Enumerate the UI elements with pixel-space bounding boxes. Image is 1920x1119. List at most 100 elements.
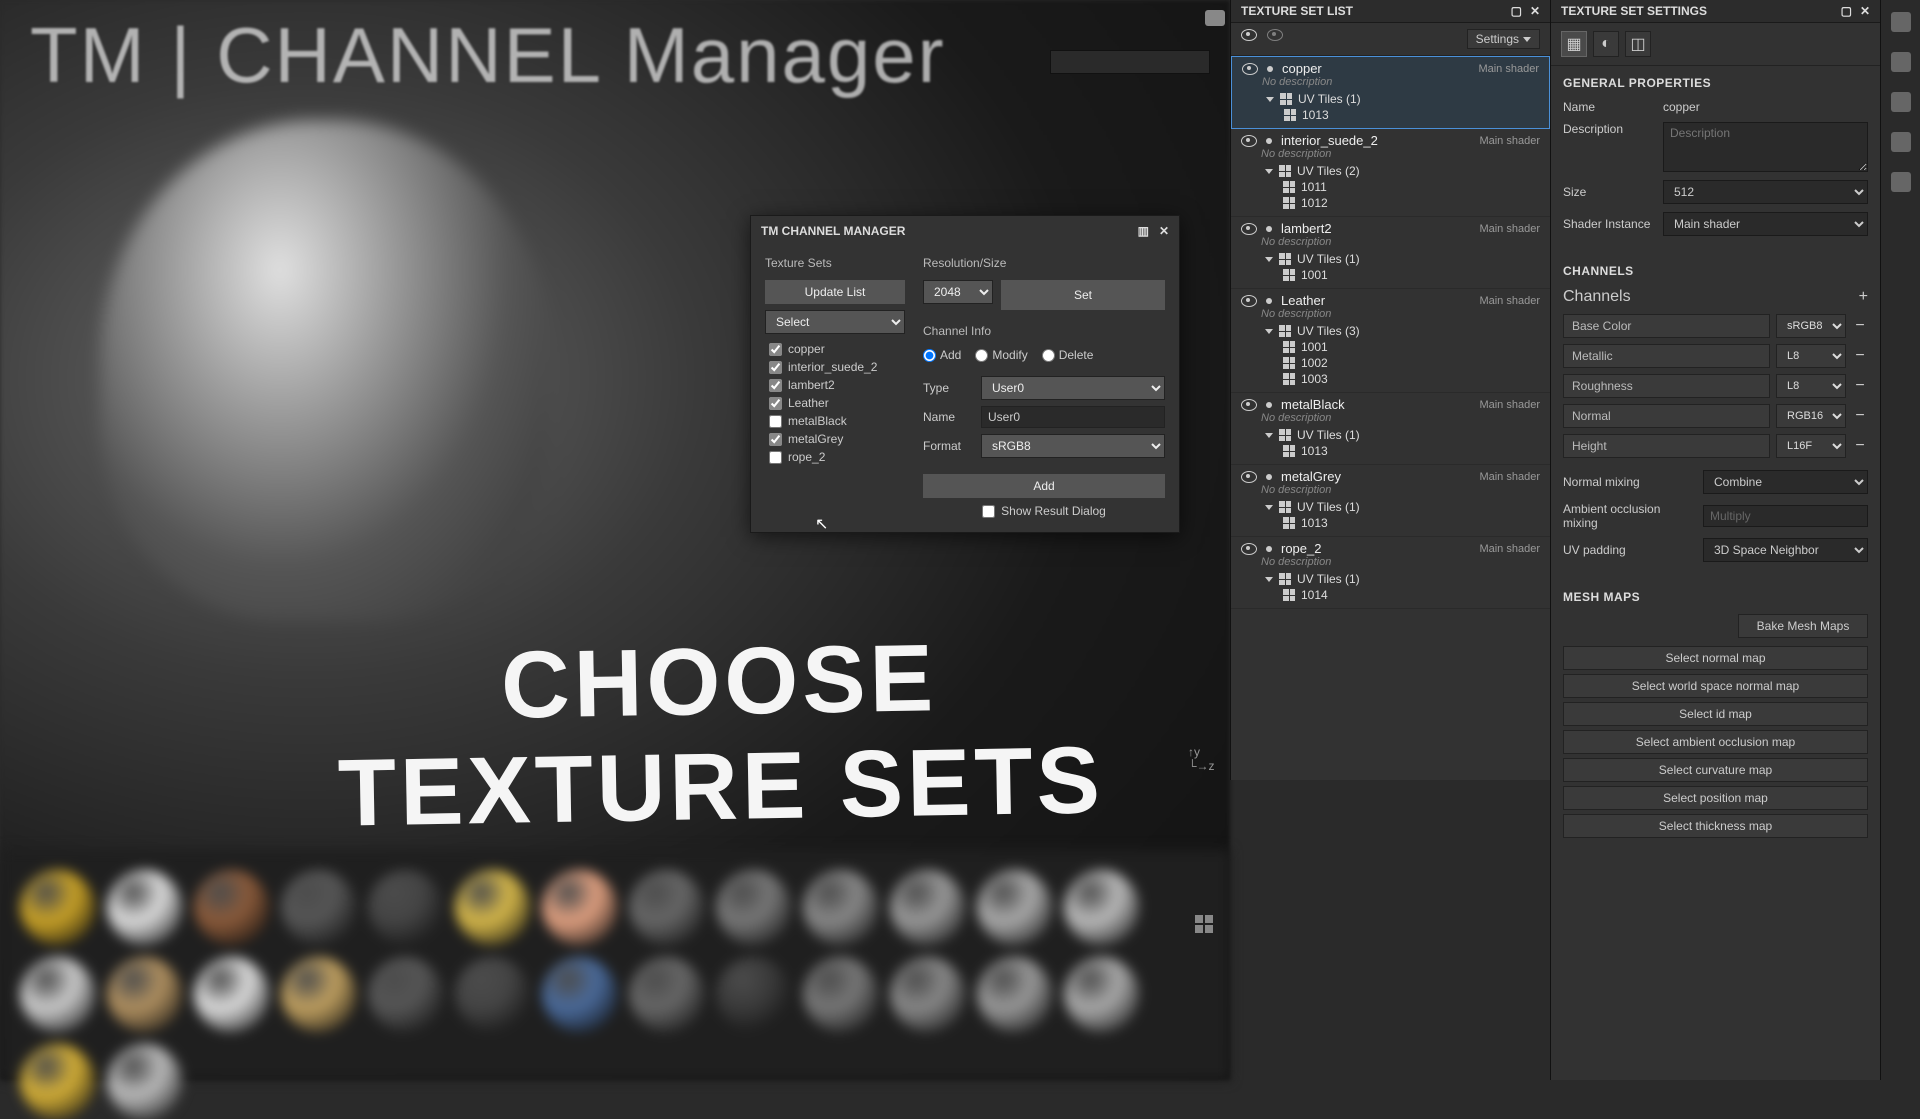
material-thumbnail[interactable] xyxy=(368,957,443,1032)
uv-tile[interactable]: 1011 xyxy=(1241,180,1540,194)
checkbox[interactable] xyxy=(769,361,782,374)
channel-name[interactable]: Height xyxy=(1563,434,1770,458)
uv-tiles-row[interactable]: UV Tiles (2) xyxy=(1241,164,1540,178)
material-shelf[interactable] xyxy=(0,850,1230,1080)
material-thumbnail[interactable] xyxy=(1064,957,1139,1032)
uv-tiles-row[interactable]: UV Tiles (1) xyxy=(1241,572,1540,586)
show-result-toggle[interactable]: Show Result Dialog xyxy=(923,504,1165,518)
uv-tile[interactable]: 1012 xyxy=(1241,196,1540,210)
material-thumbnail[interactable] xyxy=(368,870,443,945)
close-icon[interactable]: ✕ xyxy=(1159,224,1169,238)
remove-channel-icon[interactable]: − xyxy=(1852,437,1868,455)
normal-mixing-dropdown[interactable]: Combine xyxy=(1703,470,1868,494)
description-input[interactable] xyxy=(1663,122,1868,172)
layers-icon[interactable] xyxy=(1891,12,1911,32)
texture-set-checkbox-row[interactable]: interior_suede_2 xyxy=(765,358,905,376)
channel-format-dropdown[interactable]: sRGB8 xyxy=(1776,314,1846,338)
close-icon[interactable]: ✕ xyxy=(1530,4,1540,18)
material-thumbnail[interactable] xyxy=(629,957,704,1032)
material-thumbnail[interactable] xyxy=(20,957,95,1032)
grid-toggle-icon[interactable] xyxy=(1195,915,1213,933)
material-thumbnail[interactable] xyxy=(890,870,965,945)
material-thumbnail[interactable] xyxy=(890,957,965,1032)
visibility-icon[interactable] xyxy=(1241,399,1257,411)
remove-channel-icon[interactable]: − xyxy=(1852,317,1868,335)
visibility-icon[interactable] xyxy=(1241,135,1257,147)
material-thumbnail[interactable] xyxy=(281,957,356,1032)
checkbox[interactable] xyxy=(769,451,782,464)
uv-tile[interactable]: 1003 xyxy=(1241,372,1540,386)
material-thumbnail[interactable] xyxy=(629,870,704,945)
visibility-icon[interactable] xyxy=(1241,543,1257,555)
shader-link[interactable]: Main shader xyxy=(1478,63,1539,75)
texture-set-item[interactable]: metalGrey Main shader No description UV … xyxy=(1231,465,1550,537)
material-thumbnail[interactable] xyxy=(716,957,791,1032)
visibility-icon[interactable] xyxy=(1241,471,1257,483)
material-thumbnail[interactable] xyxy=(542,957,617,1032)
tsl-settings-dropdown[interactable]: Settings xyxy=(1467,29,1540,49)
dialog-titlebar[interactable]: TM CHANNEL MANAGER ▥ ✕ xyxy=(751,216,1179,246)
material-thumbnail[interactable] xyxy=(455,870,530,945)
mesh-map-button[interactable]: Select normal map xyxy=(1563,646,1868,670)
visibility-icon[interactable] xyxy=(1241,295,1257,307)
mesh-map-button[interactable]: Select curvature map xyxy=(1563,758,1868,782)
add-radio[interactable]: Add xyxy=(923,348,961,362)
name-input[interactable] xyxy=(981,406,1165,428)
texture-set-checkbox-row[interactable]: lambert2 xyxy=(765,376,905,394)
uv-tiles-row[interactable]: UV Tiles (1) xyxy=(1241,428,1540,442)
shader-link[interactable]: Main shader xyxy=(1479,543,1540,555)
uv-tile[interactable]: 1014 xyxy=(1241,588,1540,602)
channel-name[interactable]: Metallic xyxy=(1563,344,1770,368)
material-thumbnail[interactable] xyxy=(977,870,1052,945)
add-channel-icon[interactable]: + xyxy=(1859,288,1868,306)
channel-format-dropdown[interactable]: RGB16F xyxy=(1776,404,1846,428)
dock-icon[interactable]: ▥ xyxy=(1138,224,1149,238)
history-icon[interactable] xyxy=(1891,132,1911,152)
material-thumbnail[interactable] xyxy=(107,870,182,945)
texture-set-checkbox-row[interactable]: metalBlack xyxy=(765,412,905,430)
select-dropdown[interactable]: Select xyxy=(765,310,905,334)
log-icon[interactable] xyxy=(1891,172,1911,192)
material-thumbnail[interactable] xyxy=(1064,870,1139,945)
uv-tiles-row[interactable]: UV Tiles (1) xyxy=(1241,252,1540,266)
close-icon[interactable]: ✕ xyxy=(1860,4,1870,18)
checkbox[interactable] xyxy=(769,343,782,356)
texture-set-checkbox-row[interactable]: metalGrey xyxy=(765,430,905,448)
uv-tile[interactable]: 1001 xyxy=(1241,268,1540,282)
texture-set-checkbox-row[interactable]: copper xyxy=(765,340,905,358)
shader-instance-dropdown[interactable]: Main shader xyxy=(1663,212,1868,236)
channel-format-dropdown[interactable]: L8 xyxy=(1776,374,1846,398)
visibility-icon[interactable] xyxy=(1241,223,1257,235)
remove-channel-icon[interactable]: − xyxy=(1852,377,1868,395)
channel-name[interactable]: Base Color xyxy=(1563,314,1770,338)
uv-padding-dropdown[interactable]: 3D Space Neighbor xyxy=(1703,538,1868,562)
material-thumbnail[interactable] xyxy=(803,870,878,945)
material-thumbnail[interactable] xyxy=(194,870,269,945)
checkbox[interactable] xyxy=(769,415,782,428)
tab-shader[interactable]: ◐ xyxy=(1593,31,1619,57)
tab-displacement[interactable]: ◫ xyxy=(1625,31,1651,57)
texture-set-checkbox-row[interactable]: Leather xyxy=(765,394,905,412)
undock-icon[interactable]: ▢ xyxy=(1841,4,1852,18)
uv-tile[interactable]: 1013 xyxy=(1241,444,1540,458)
material-thumbnail[interactable] xyxy=(455,957,530,1032)
tab-properties[interactable]: ▦ xyxy=(1561,31,1587,57)
shader-link[interactable]: Main shader xyxy=(1479,471,1540,483)
checkbox[interactable] xyxy=(769,379,782,392)
delete-radio[interactable]: Delete xyxy=(1042,348,1094,362)
remove-channel-icon[interactable]: − xyxy=(1852,407,1868,425)
visibility-all-icon[interactable] xyxy=(1241,29,1257,41)
viewport-mode-dropdown[interactable] xyxy=(1050,50,1210,74)
texture-set-checkbox-row[interactable]: rope_2 xyxy=(765,448,905,466)
visibility-solo-icon[interactable] xyxy=(1267,29,1283,41)
channel-name[interactable]: Roughness xyxy=(1563,374,1770,398)
mesh-map-button[interactable]: Select thickness map xyxy=(1563,814,1868,838)
mesh-map-button[interactable]: Select ambient occlusion map xyxy=(1563,730,1868,754)
uv-tiles-row[interactable]: UV Tiles (1) xyxy=(1242,92,1539,106)
uv-tiles-row[interactable]: UV Tiles (3) xyxy=(1241,324,1540,338)
shader-link[interactable]: Main shader xyxy=(1479,295,1540,307)
mesh-map-button[interactable]: Select world space normal map xyxy=(1563,674,1868,698)
set-button[interactable]: Set xyxy=(1001,280,1165,310)
update-list-button[interactable]: Update List xyxy=(765,280,905,304)
shader-link[interactable]: Main shader xyxy=(1479,223,1540,235)
